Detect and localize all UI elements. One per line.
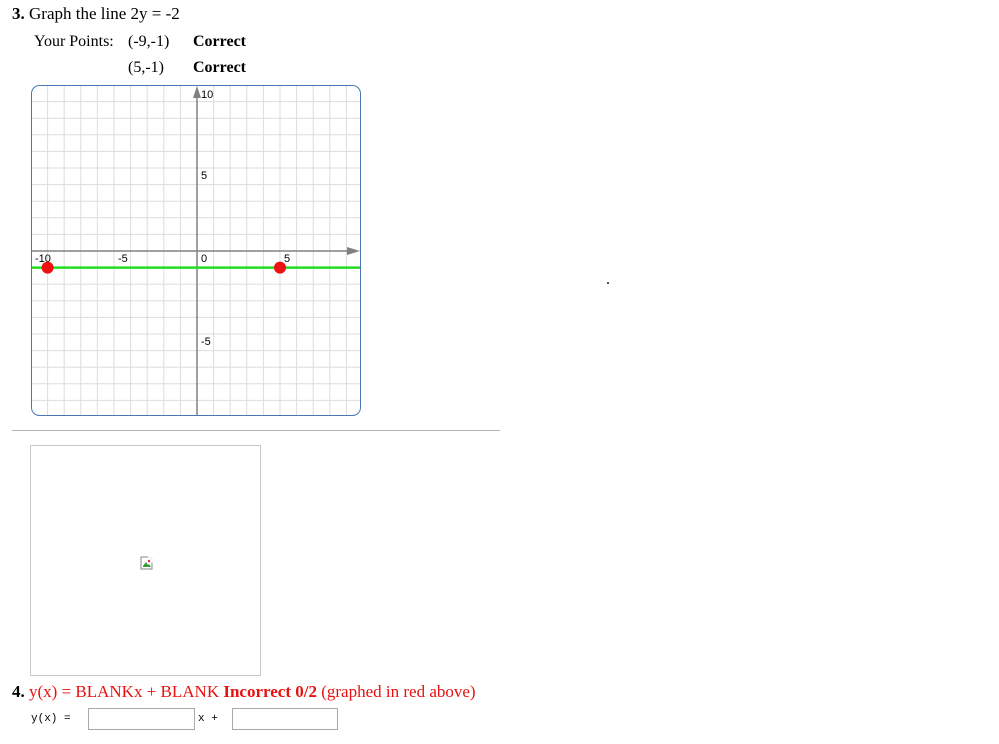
graph-panel[interactable]: -10 -5 0 5 10 5 -5 (31, 85, 361, 416)
x-axis-arrow (347, 247, 360, 255)
question-4-line: 4. y(x) = BLANKx + BLANK Incorrect 0/2 (… (12, 682, 476, 701)
x-tick-label: -5 (118, 253, 128, 265)
point-2-status: Correct (193, 59, 246, 76)
y-tick-label: 5 (201, 170, 207, 182)
broken-image-icon (140, 556, 154, 570)
y-tick-label: -5 (201, 336, 211, 348)
your-points-label: Your Points: (34, 33, 114, 50)
plotted-point (41, 261, 54, 274)
intercept-input[interactable] (232, 708, 338, 730)
question-3-prompt: Graph the line 2y = -2 (29, 4, 180, 23)
input-prefix-label: y(x) = (31, 713, 71, 725)
question-4-number: 4 (12, 682, 21, 701)
point-2-text: (5,-1) (128, 59, 164, 76)
section-divider (12, 430, 500, 431)
x-tick-label: 0 (201, 253, 207, 265)
y-axis-arrow (193, 86, 201, 98)
y-tick-label: 10 (201, 89, 213, 101)
question-3-number: 3 (12, 4, 21, 23)
stray-dot (607, 282, 609, 284)
input-mid-label: x + (198, 713, 218, 725)
x-tick-label: 5 (284, 253, 290, 265)
question-4-result: Incorrect 0/2 (223, 682, 317, 701)
point-1-text: (-9,-1) (128, 33, 170, 50)
graph-canvas[interactable]: -10 -5 0 5 10 5 -5 (31, 85, 361, 416)
slope-input[interactable] (88, 708, 195, 730)
plotted-point (274, 261, 286, 274)
point-1-status: Correct (193, 33, 246, 50)
question-4-text: y(x) = BLANKx + BLANK (29, 682, 220, 701)
tick-labels: -10 -5 0 5 10 5 -5 (35, 89, 290, 348)
question-3-title: 3. Graph the line 2y = -2 (12, 4, 180, 23)
graph-image-placeholder (30, 445, 261, 676)
question-4-note: (graphed in red above) (321, 682, 476, 701)
